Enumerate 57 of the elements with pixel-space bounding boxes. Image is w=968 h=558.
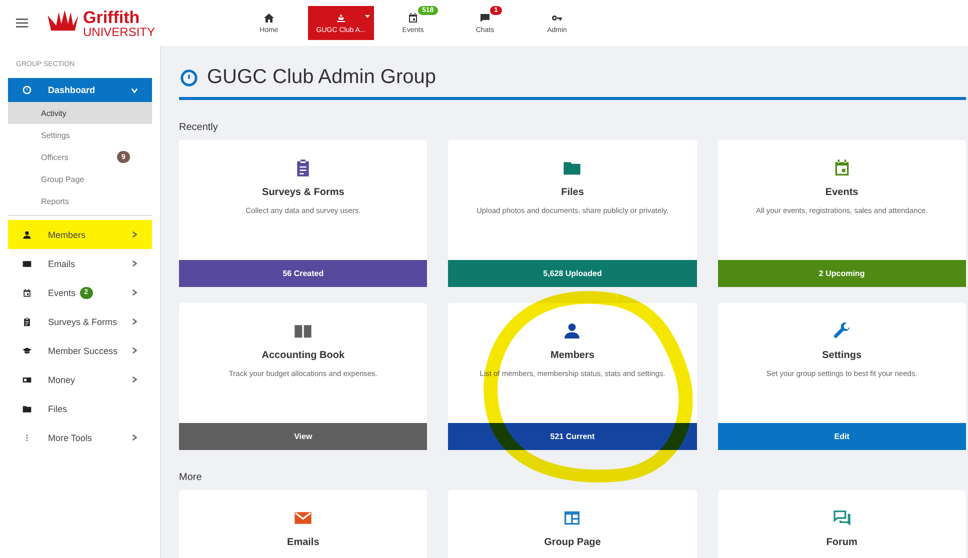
card-title: Events (825, 187, 858, 198)
card-action-button[interactable]: View (179, 423, 428, 450)
submenu-item[interactable]: Group Page (8, 168, 152, 190)
card-title: Surveys & Forms (262, 187, 344, 198)
card-title: Accounting Book (262, 350, 345, 361)
sidebar-label: Money (48, 374, 76, 384)
cap-icon (22, 346, 32, 356)
feature-card[interactable]: Forum (718, 490, 966, 558)
card-action-button[interactable]: 5,628 Uploaded (448, 260, 697, 287)
clipboard-icon (22, 316, 32, 326)
chat-icon (479, 12, 491, 24)
gauge-icon (179, 68, 199, 88)
university-logo[interactable]: Griffith UNIVERSITY (46, 8, 196, 38)
sidebar-label: Member Success (48, 346, 118, 356)
card-title: Members (550, 350, 594, 361)
club-icon (335, 12, 347, 24)
card-title: Group Page (544, 537, 601, 548)
sidebar-item[interactable]: Files (8, 394, 152, 423)
section-heading: Recently (179, 121, 219, 135)
sidebar-label: Dashboard (48, 85, 96, 95)
card-action-button[interactable]: 56 Created (179, 260, 428, 287)
sidebar-item[interactable]: Surveys & Forms (8, 307, 152, 336)
sidebar-item[interactable]: Emails (8, 249, 152, 278)
sidebar-item[interactable]: Money (8, 365, 152, 394)
card-action-button[interactable]: Edit (718, 423, 966, 450)
sidebar-item[interactable]: Members (8, 220, 152, 249)
submenu-item[interactable]: Reports (8, 190, 152, 212)
calendar-icon (22, 288, 32, 298)
submenu-item[interactable]: Activity (8, 102, 152, 124)
sidebar-label: Members (48, 230, 86, 240)
submenu-item[interactable]: Settings (8, 124, 152, 146)
card-action-button[interactable]: 2 Upcoming (718, 260, 966, 287)
sidebar-label: Events (48, 288, 76, 298)
brand-name: Griffith (83, 8, 141, 26)
card-title: Settings (822, 350, 862, 361)
home-icon (263, 12, 275, 24)
menu-icon[interactable] (16, 18, 28, 28)
section-heading: More (179, 471, 203, 485)
card-title: Files (561, 187, 584, 198)
sidebar-item[interactable]: Member Success (8, 336, 152, 365)
page-title: GUGC Club Admin Group (207, 66, 436, 89)
gauge-icon (22, 85, 32, 95)
sidebar-label: Files (48, 404, 68, 414)
sidebar-label: Surveys & Forms (48, 316, 118, 326)
sidebar-label: More Tools (48, 432, 92, 442)
feature-card[interactable]: Emails (179, 490, 428, 558)
sidebar-label: Emails (48, 258, 76, 268)
folder-icon (22, 404, 32, 414)
brand-subtitle: UNIVERSITY (83, 26, 156, 38)
money-icon (22, 374, 32, 384)
card-title: Emails (287, 537, 320, 548)
card-title: Forum (826, 537, 858, 548)
sidebar-item[interactable]: Dashboard (8, 78, 152, 102)
person-icon (22, 230, 32, 240)
sidebar-item[interactable]: More Tools (8, 423, 152, 452)
feature-card[interactable]: Group Page (448, 490, 697, 558)
calendar-icon (407, 12, 419, 24)
